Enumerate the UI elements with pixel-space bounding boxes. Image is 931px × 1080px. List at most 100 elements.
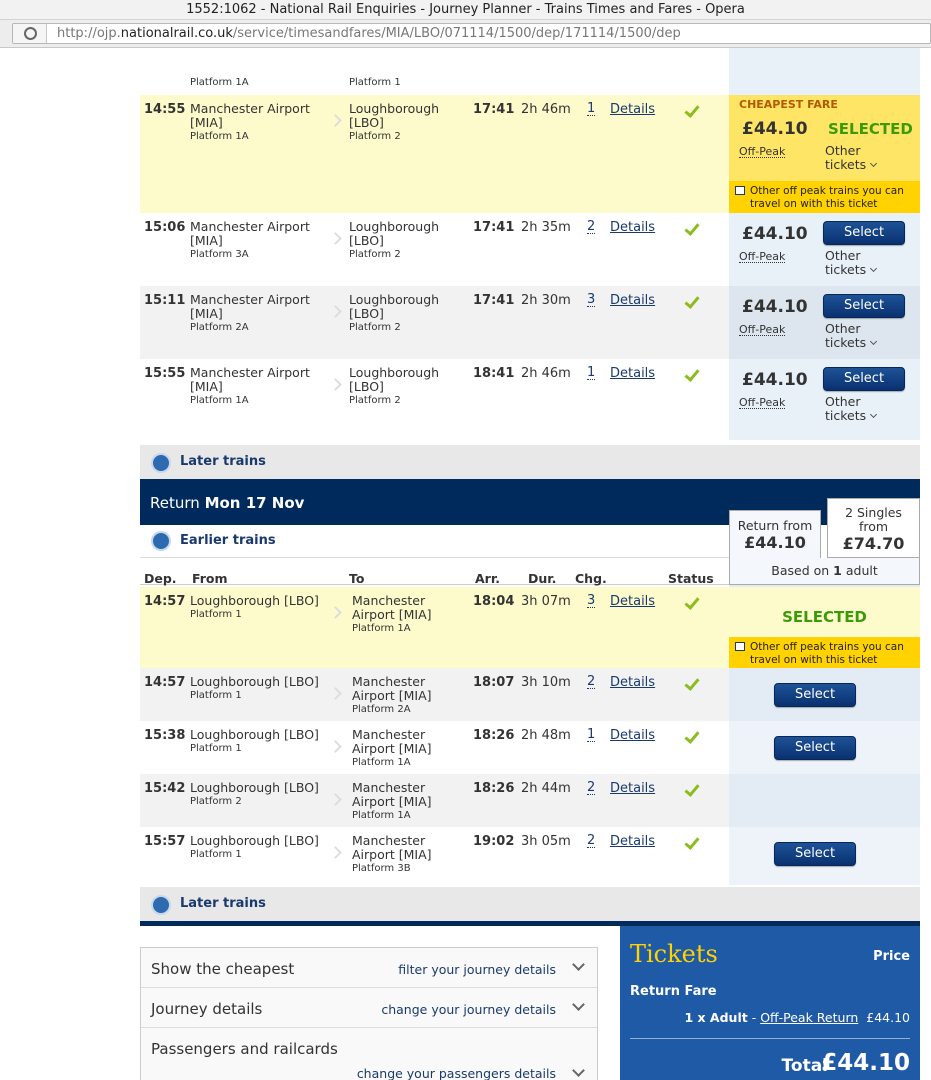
table-row-outbound-3[interactable]: 15:11 Manchester Airport [MIA] Platform 2A…	[140, 286, 729, 359]
fare-cell-outbound-4[interactable]: £44.10 Select Off-Peak Other tickets	[729, 359, 920, 440]
table-row-outbound-4[interactable]: 15:55 Manchester Airport [MIA] Platform 1A…	[140, 359, 729, 440]
col-status: Status	[668, 571, 714, 586]
fare-cell-outbound-2[interactable]: £44.10 Select Off-Peak Other tickets	[729, 213, 920, 286]
accordion-journey-details[interactable]: Journey details change your journey deta…	[141, 988, 597, 1028]
changes-link[interactable]: 2	[587, 834, 596, 848]
table-row-return-2[interactable]: 14:57 Loughborough [LBO] Platform 1 Manch…	[140, 668, 729, 721]
fare-cell-outbound-1[interactable]: CHEAPEST FARE £44.10 SELECTED Off-Peak O…	[729, 95, 920, 213]
tickets-summary: Tickets Price Return Fare 1 x Adult - Of…	[620, 926, 920, 1080]
filter-link[interactable]: filter your journey details	[398, 962, 556, 977]
chevron-down-icon	[572, 1064, 585, 1077]
off-peak-link[interactable]: Off-Peak	[739, 146, 786, 158]
earlier-trains-bar[interactable]: Earlier trains	[140, 525, 729, 557]
details-link[interactable]: Details	[610, 220, 655, 235]
changes-link[interactable]: 2	[587, 220, 596, 234]
select-button-return-5[interactable]: Select	[774, 842, 856, 866]
dep-time: 15:57	[144, 834, 186, 849]
off-peak-link[interactable]: Off-Peak	[739, 397, 786, 409]
chevron-down-icon	[572, 998, 585, 1011]
fare-cell-return-1[interactable]: SELECTED Other off peak trains you can t…	[729, 587, 920, 668]
to-station: Manchester Airport [MIA] Platform 1A	[352, 780, 432, 822]
duration: 3h 07m	[521, 594, 571, 609]
changes-link[interactable]: 1	[587, 728, 596, 742]
column-header-row	[140, 557, 729, 585]
select-button[interactable]: Select	[823, 367, 905, 391]
select-button-return-2[interactable]: Select	[774, 683, 856, 707]
col-to: To	[349, 571, 365, 586]
from-station: Manchester Airport [MIA] Platform 1A	[190, 365, 310, 407]
total-value: £44.10	[821, 1050, 910, 1076]
duration: 2h 48m	[521, 728, 571, 743]
chevron-down-icon	[572, 958, 585, 971]
changes-link[interactable]: 3	[587, 594, 596, 608]
changes-link[interactable]: 1	[587, 102, 596, 116]
select-button[interactable]: Select	[823, 294, 905, 318]
based-on-adults: Based on 1 adult	[729, 558, 920, 585]
fare-price: £44.10	[742, 224, 808, 244]
arr-time: 18:41	[473, 366, 515, 381]
details-link[interactable]: Details	[610, 781, 655, 796]
changes-link[interactable]: 3	[587, 293, 596, 307]
fare-cell-outbound-3[interactable]: £44.10 Select Off-Peak Other tickets	[729, 286, 920, 359]
chevron-down-icon	[870, 159, 878, 168]
off-peak-link[interactable]: Off-Peak	[739, 324, 786, 336]
changes-link[interactable]: 2	[587, 781, 596, 795]
site-info-icon[interactable]	[13, 24, 47, 43]
off-peak-link[interactable]: Off-Peak	[739, 251, 786, 263]
accordion-show-cheapest[interactable]: Show the cheapest filter your journey de…	[141, 948, 597, 988]
later-trains-link[interactable]: Later trains	[180, 454, 266, 469]
from-station: Manchester Airport [MIA] Platform 1A	[190, 101, 310, 143]
later-trains-link[interactable]: Later trains	[180, 896, 266, 911]
divider	[630, 1038, 910, 1039]
select-button[interactable]: Select	[823, 221, 905, 245]
col-arr: Arr.	[475, 571, 500, 586]
two-singles-fare-box[interactable]: 2 Singles from £74.70	[827, 498, 920, 558]
address-bar[interactable]: http://ojp.nationalrail.co.uk/service/ti…	[12, 23, 931, 44]
fare-price: £44.10	[742, 119, 808, 139]
table-row-return-4[interactable]: 15:42 Loughborough [LBO] Platform 2 Manch…	[140, 774, 729, 827]
on-time-check-icon	[684, 368, 698, 382]
table-row-return-1[interactable]: 14:57 Loughborough [LBO] Platform 1 Manch…	[140, 587, 729, 668]
later-trains-bar-return[interactable]: Later trains	[140, 887, 920, 921]
return-fare-label: Return Fare	[630, 984, 717, 999]
table-row-outbound-1[interactable]: 14:55 Manchester Airport [MIA] Platform 1A…	[140, 95, 729, 213]
duration: 2h 35m	[521, 220, 571, 235]
changes-link[interactable]: 2	[587, 675, 596, 689]
details-link[interactable]: Details	[610, 728, 655, 743]
col-from: From	[192, 571, 228, 586]
cheapest-fare-label: CHEAPEST FARE	[739, 98, 838, 111]
details-link[interactable]: Details	[610, 594, 655, 609]
details-link[interactable]: Details	[610, 834, 655, 849]
later-trains-bar[interactable]: Later trains	[140, 445, 920, 479]
off-peak-trains-banner[interactable]: Other off peak trains you can travel on …	[729, 181, 920, 213]
details-link[interactable]: Details	[610, 675, 655, 690]
details-link[interactable]: Details	[610, 293, 655, 308]
select-button-return-3[interactable]: Select	[774, 736, 856, 760]
other-tickets-link[interactable]: Other tickets	[825, 249, 878, 277]
details-link[interactable]: Details	[610, 102, 655, 117]
ticket-type-link[interactable]: Off-Peak Return	[760, 1010, 858, 1025]
to-station: Manchester Airport [MIA] Platform 1A	[352, 727, 432, 769]
from-station: Loughborough [LBO] Platform 1	[190, 593, 319, 621]
table-row-outbound-2[interactable]: 15:06 Manchester Airport [MIA] Platform 3A…	[140, 213, 729, 286]
other-tickets-link[interactable]: Other tickets	[825, 395, 878, 423]
off-peak-trains-banner[interactable]: Other off peak trains you can travel on …	[729, 637, 920, 668]
changes-link[interactable]: 1	[587, 366, 596, 380]
dep-time: 15:11	[144, 293, 186, 308]
from-platform: Platform 1A	[190, 77, 249, 88]
details-link[interactable]: Details	[610, 366, 655, 381]
other-tickets-link[interactable]: Other tickets	[825, 322, 878, 350]
table-row-return-5[interactable]: 15:57 Loughborough [LBO] Platform 1 Manch…	[140, 827, 729, 885]
on-time-check-icon	[684, 295, 698, 309]
dep-time: 14:55	[144, 102, 186, 117]
on-time-check-icon	[684, 730, 698, 744]
earlier-trains-link[interactable]: Earlier trains	[180, 533, 276, 548]
accordion-passengers[interactable]: Passengers and railcards change your pas…	[141, 1028, 597, 1080]
window-title: 1552:1062 - National Rail Enquiries - Jo…	[0, 0, 931, 20]
table-row-return-3[interactable]: 15:38 Loughborough [LBO] Platform 1 Manch…	[140, 721, 729, 774]
change-journey-link[interactable]: change your journey details	[381, 1002, 556, 1017]
chevron-down-icon	[870, 264, 878, 273]
other-tickets-link[interactable]: Other tickets	[825, 144, 878, 172]
change-passengers-link[interactable]: change your passengers details	[357, 1066, 556, 1080]
on-time-check-icon	[684, 783, 698, 797]
